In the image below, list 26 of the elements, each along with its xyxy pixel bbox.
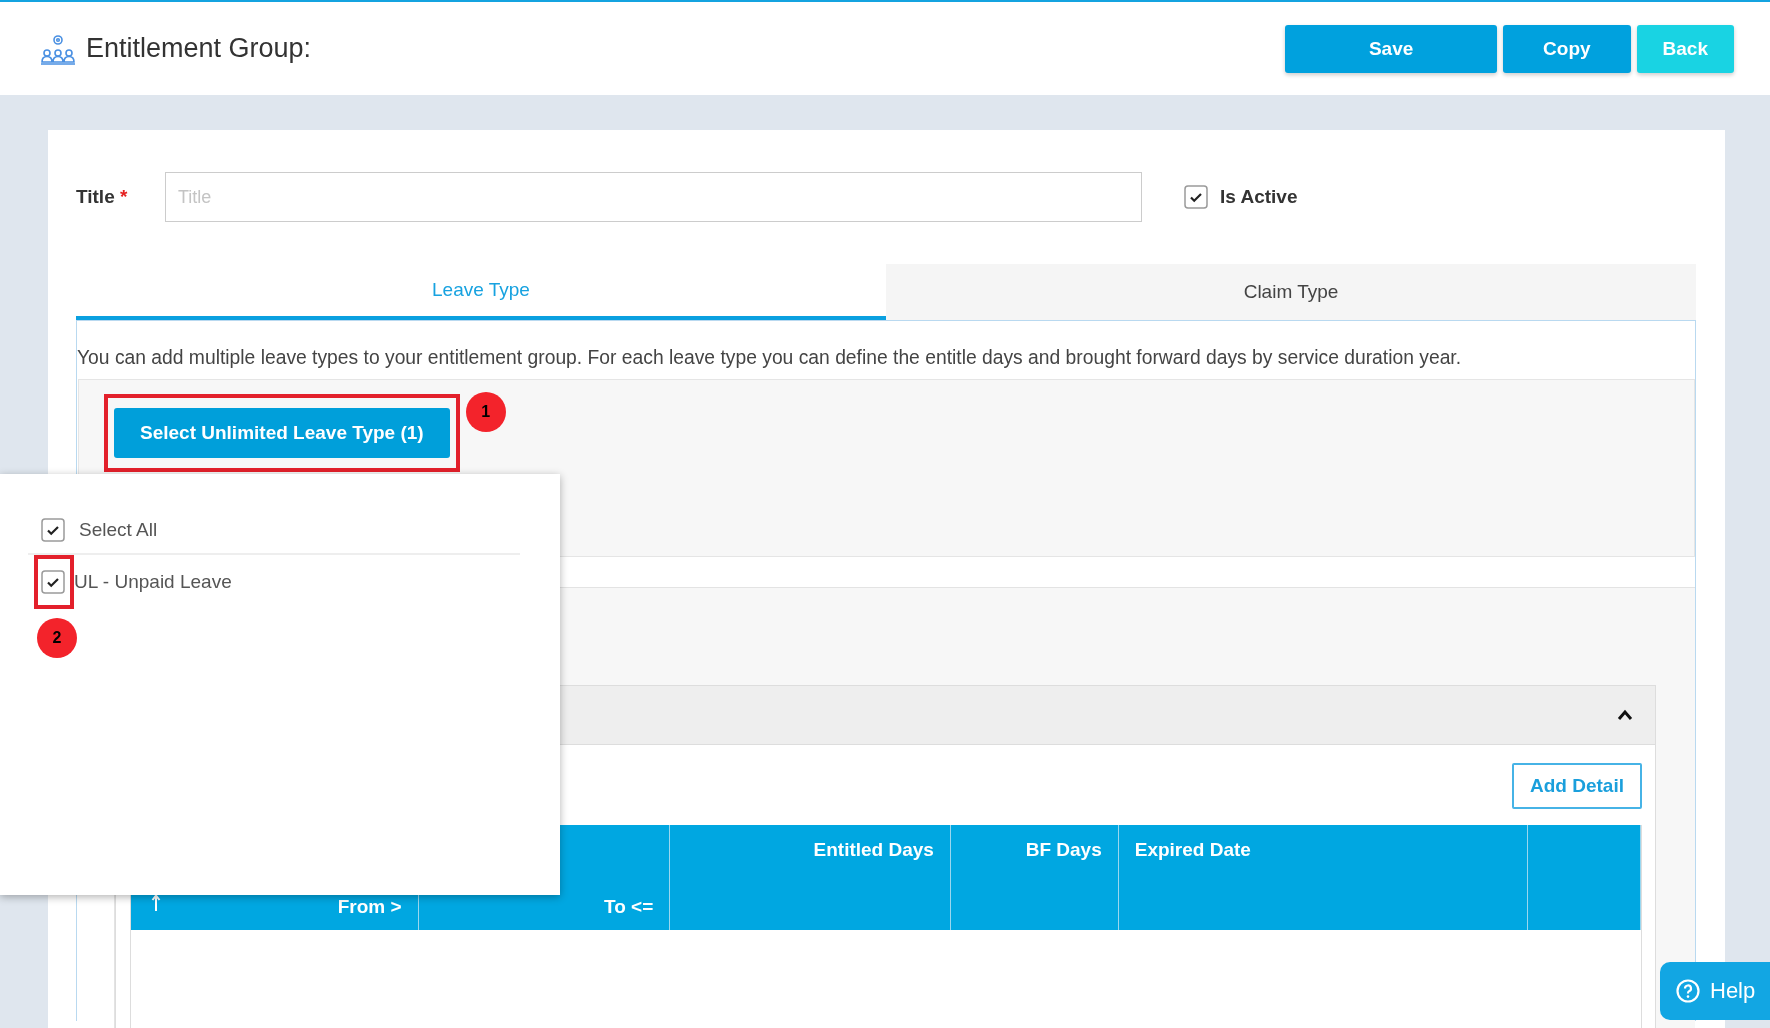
column-header: Expired Date xyxy=(1118,825,1529,930)
checkbox-label: Is Active xyxy=(1220,186,1298,208)
option-label[interactable]: UL - Unpaid Leave xyxy=(74,571,232,593)
action-button[interactable]: Copy xyxy=(1503,24,1631,73)
group-settings-icon xyxy=(40,32,76,65)
page-title: Entitlement Group: xyxy=(86,33,313,64)
help-button[interactable]: Help xyxy=(1660,962,1770,1020)
checkbox[interactable] xyxy=(1184,185,1208,209)
action-button[interactable]: Save xyxy=(1285,24,1498,73)
add-detail-button[interactable]: Add Detail xyxy=(1512,763,1642,809)
checkbox[interactable] xyxy=(41,518,65,542)
column-header: Entitled Days xyxy=(670,825,951,930)
select-leave-type-button[interactable]: Select Unlimited Leave Type (1) xyxy=(114,408,450,458)
back-button[interactable]: Back xyxy=(1636,24,1734,73)
step-badge: 1 xyxy=(465,392,506,432)
checkbox[interactable] xyxy=(41,570,65,594)
option-label[interactable]: Select All xyxy=(79,519,158,541)
step-badge: 2 xyxy=(37,618,77,658)
column-header: BF Days xyxy=(950,825,1119,930)
help-icon xyxy=(1676,979,1700,1003)
title-label: Title * xyxy=(76,186,129,208)
title-field[interactable]: Title xyxy=(165,172,1142,222)
sort-arrow-icon[interactable] xyxy=(151,894,161,912)
description-text: You can add multiple leave types to your entitlement group. For each leave type you can define the entitle days and brought forward days by service duration year. xyxy=(77,347,1463,369)
caret-up-icon[interactable] xyxy=(1617,709,1633,721)
tab[interactable]: Claim Type xyxy=(886,264,1696,320)
